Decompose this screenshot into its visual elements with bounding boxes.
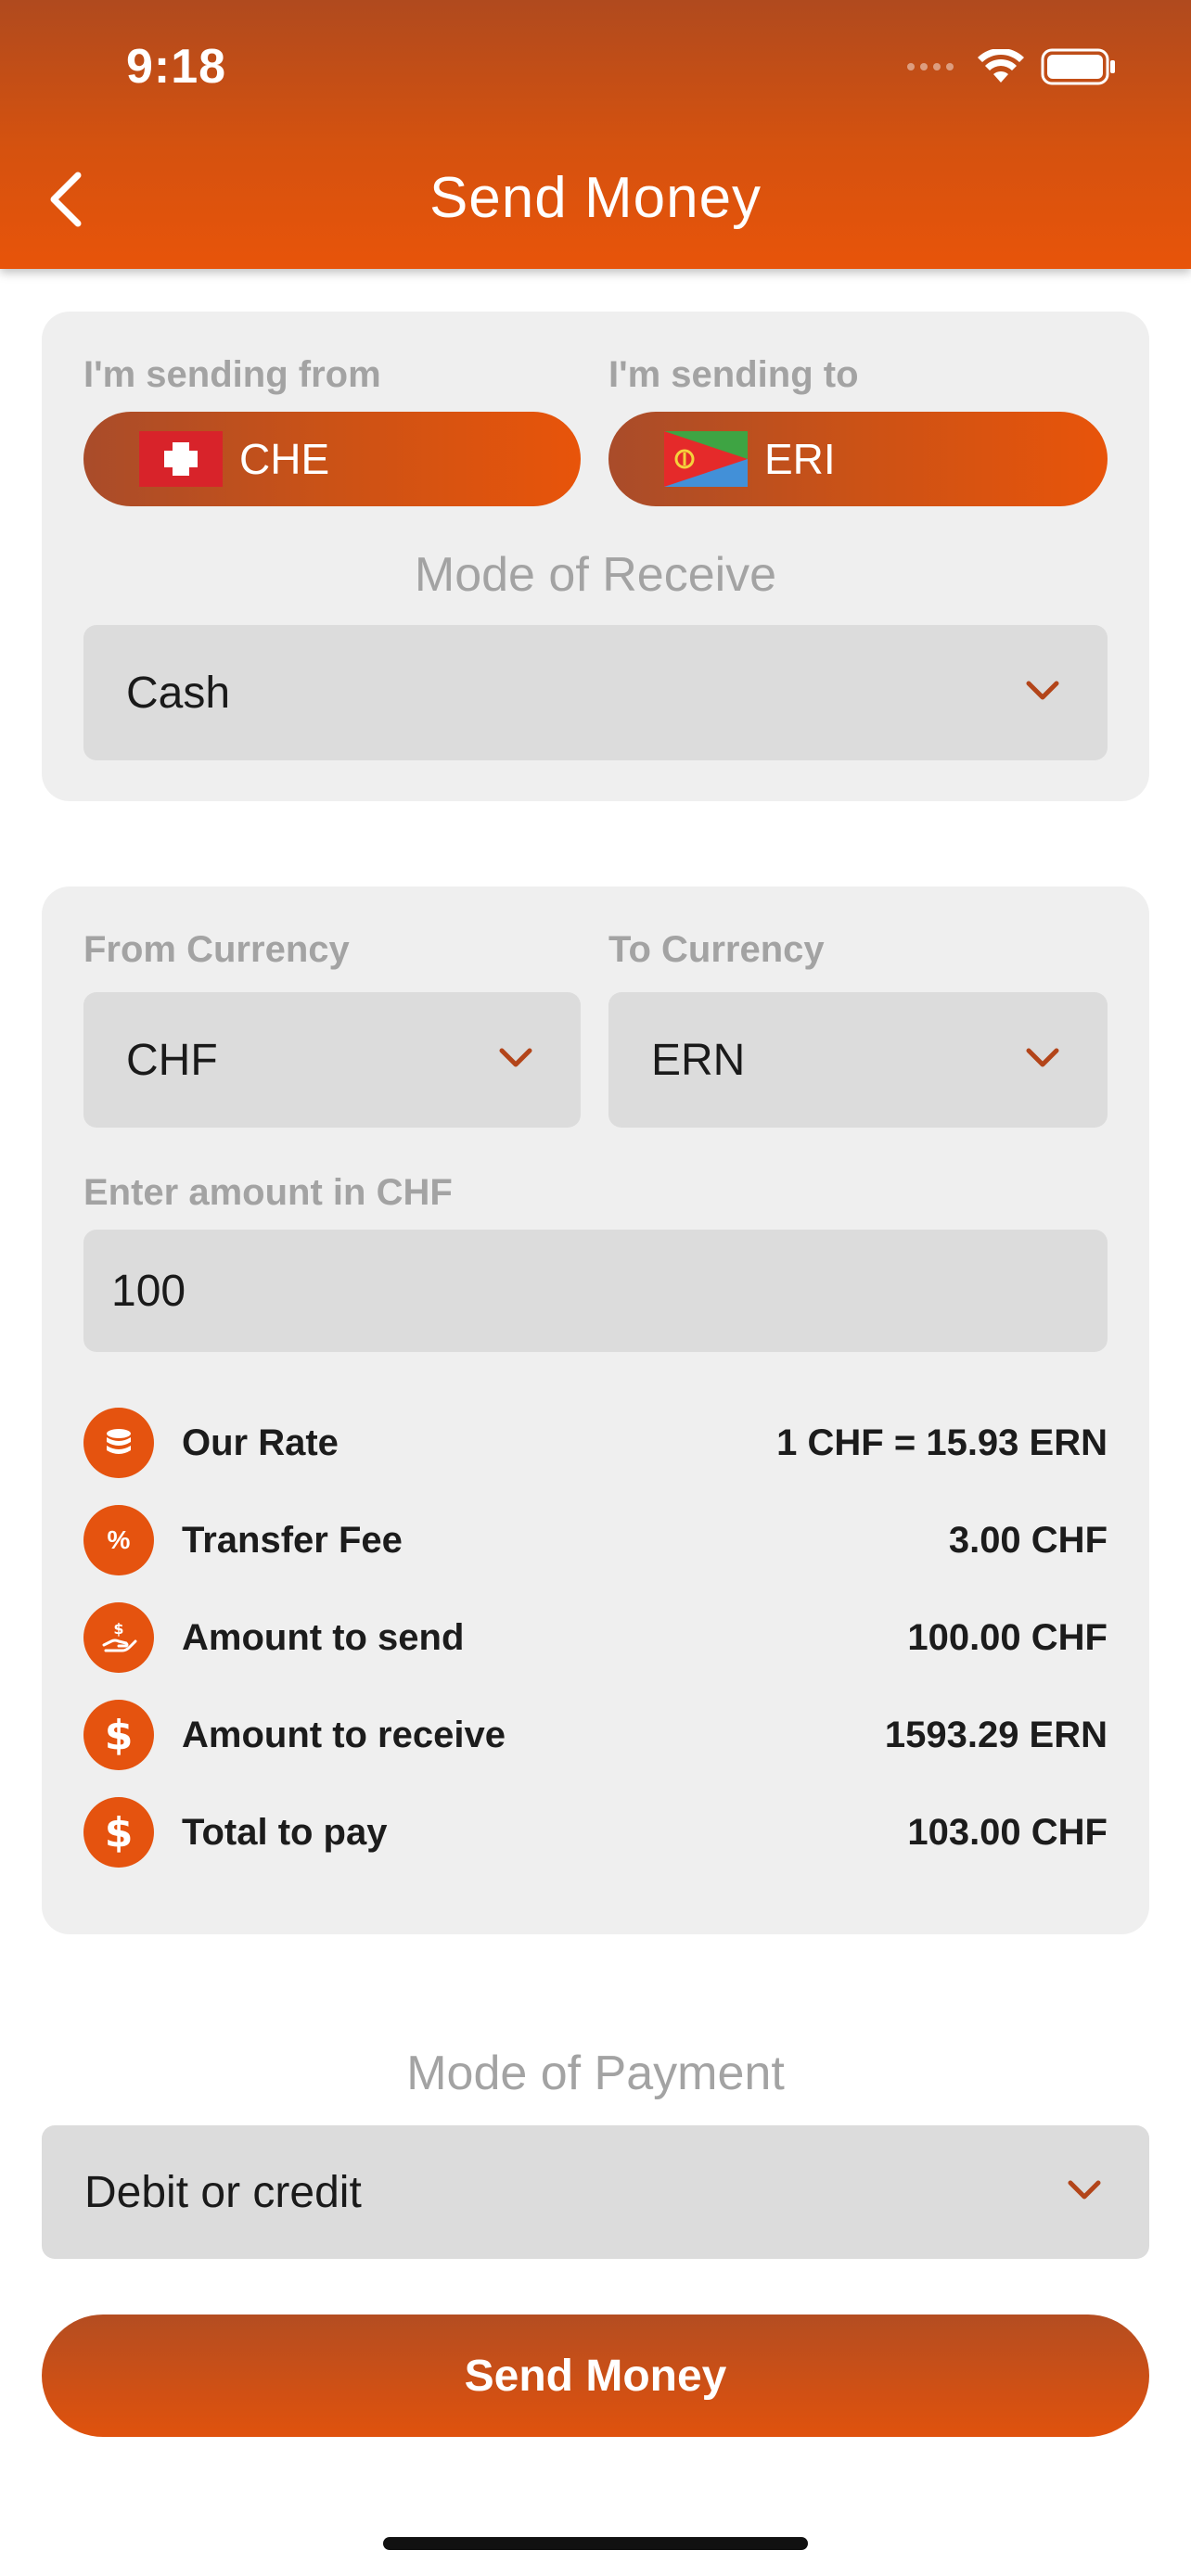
to-country-label: I'm sending to bbox=[608, 354, 859, 395]
mode-of-receive-label: Mode of Receive bbox=[414, 548, 777, 602]
to-currency-select[interactable]: ERN bbox=[608, 992, 1108, 1128]
total-value: 103.00 CHF bbox=[907, 1811, 1108, 1853]
dollar-icon: $ bbox=[83, 1797, 154, 1868]
status-icons bbox=[905, 46, 1117, 87]
receive-amount-value: 1593.29 ERN bbox=[884, 1714, 1108, 1755]
from-currency-label: From Currency bbox=[83, 929, 350, 970]
from-currency-value: CHF bbox=[126, 1035, 218, 1085]
send-money-button[interactable]: Send Money bbox=[42, 2315, 1149, 2437]
rate-label: Our Rate bbox=[182, 1422, 339, 1463]
eritrea-flag-icon bbox=[664, 431, 748, 487]
mode-of-payment-value: Debit or credit bbox=[84, 2167, 362, 2217]
chevron-down-icon bbox=[499, 1048, 532, 1067]
route-card: I'm sending from I'm sending to CHE ERI … bbox=[42, 312, 1149, 801]
dollar-icon: $ bbox=[83, 1700, 154, 1770]
amount-input[interactable]: 100 bbox=[83, 1230, 1108, 1352]
amount-label: Enter amount in CHF bbox=[83, 1172, 453, 1213]
app-header: 9:18 Send Money bbox=[0, 0, 1191, 269]
mode-of-receive-value: Cash bbox=[126, 668, 231, 718]
send-amount-value: 100.00 CHF bbox=[907, 1616, 1108, 1658]
chevron-down-icon bbox=[1026, 681, 1059, 700]
mode-of-receive-select[interactable]: Cash bbox=[83, 625, 1108, 760]
status-time: 9:18 bbox=[126, 40, 227, 94]
home-indicator bbox=[383, 2537, 808, 2550]
to-currency-value: ERN bbox=[651, 1035, 746, 1085]
from-currency-select[interactable]: CHF bbox=[83, 992, 581, 1128]
to-currency-label: To Currency bbox=[608, 929, 825, 970]
swiss-flag-icon bbox=[139, 431, 223, 487]
mode-of-payment-label: Mode of Payment bbox=[406, 2047, 785, 2100]
to-country-code: ERI bbox=[764, 435, 836, 483]
conversion-card: From Currency To Currency CHF ERN Enter … bbox=[42, 886, 1149, 1934]
from-country-label: I'm sending from bbox=[83, 354, 381, 395]
send-amount-label: Amount to send bbox=[182, 1616, 465, 1658]
chevron-down-icon bbox=[1068, 2180, 1101, 2200]
from-country-code: CHE bbox=[239, 435, 330, 483]
page-title: Send Money bbox=[429, 166, 762, 230]
hand-money-icon: $ bbox=[83, 1602, 154, 1673]
battery-icon bbox=[1041, 48, 1115, 85]
fee-label: Transfer Fee bbox=[182, 1519, 403, 1561]
signal-icon bbox=[907, 63, 954, 70]
wifi-icon bbox=[978, 49, 1024, 83]
rate-value: 1 CHF = 15.93 ERN bbox=[776, 1422, 1108, 1463]
to-country-selector[interactable]: ERI bbox=[608, 412, 1108, 506]
fee-value: 3.00 CHF bbox=[948, 1519, 1108, 1561]
coins-icon bbox=[83, 1408, 154, 1478]
percent-icon: % bbox=[83, 1505, 154, 1575]
receive-amount-label: Amount to receive bbox=[182, 1714, 506, 1755]
mode-of-payment-select[interactable]: Debit or credit bbox=[42, 2125, 1149, 2259]
total-row: $ Total to pay 103.00 CHF bbox=[83, 1797, 1108, 1868]
amount-value: 100 bbox=[111, 1266, 186, 1316]
chevron-down-icon bbox=[1026, 1048, 1059, 1067]
send-amount-row: $ Amount to send 100.00 CHF bbox=[83, 1602, 1108, 1673]
fee-row: % Transfer Fee 3.00 CHF bbox=[83, 1505, 1108, 1575]
receive-amount-row: $ Amount to receive 1593.29 ERN bbox=[83, 1700, 1108, 1770]
rate-row: Our Rate 1 CHF = 15.93 ERN bbox=[83, 1408, 1108, 1478]
from-country-selector[interactable]: CHE bbox=[83, 412, 581, 506]
svg-text:$: $ bbox=[113, 1620, 123, 1638]
total-label: Total to pay bbox=[182, 1811, 388, 1853]
